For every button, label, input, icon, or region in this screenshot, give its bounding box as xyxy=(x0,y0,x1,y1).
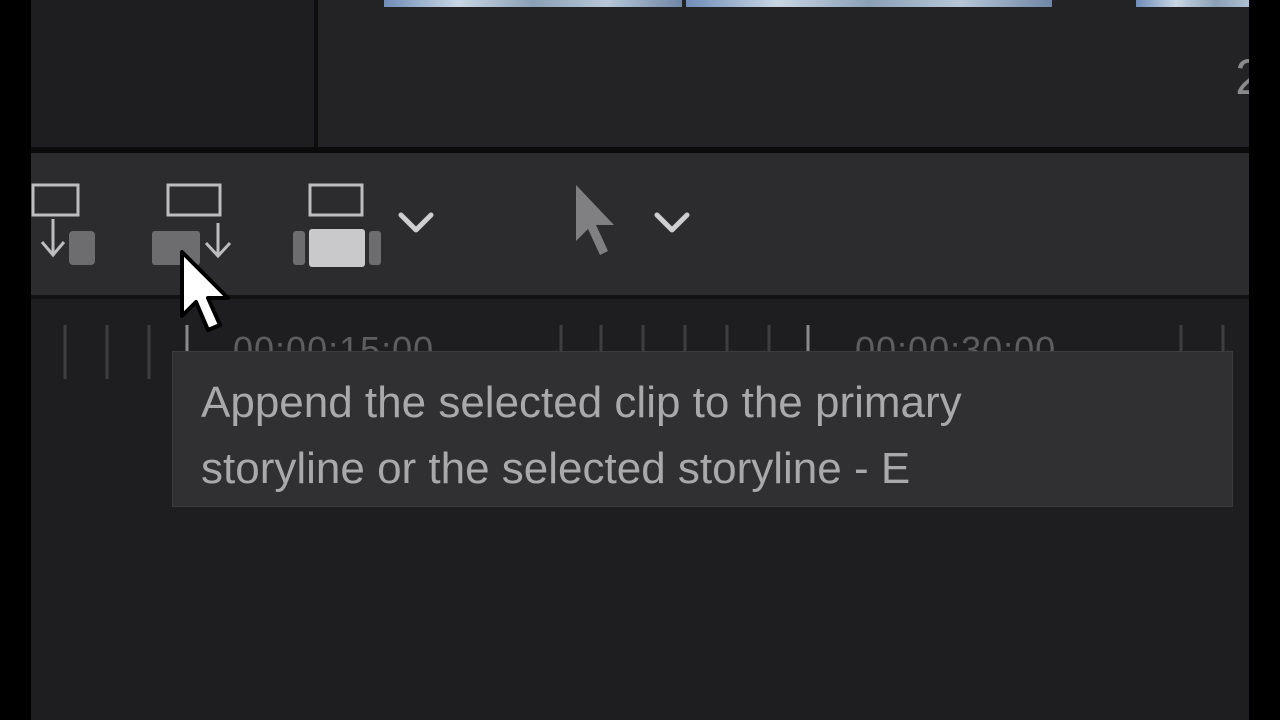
connect-clip-icon xyxy=(31,183,95,265)
overwrite-clip-icon xyxy=(293,183,381,267)
final-cut-window: 2 xyxy=(31,0,1249,720)
filmstrip-thumbnail xyxy=(686,0,1052,7)
chevron-down-icon xyxy=(654,212,690,233)
overwrite-clip-button[interactable] xyxy=(293,181,383,271)
append-tooltip: Append the selected clip to the primary … xyxy=(172,351,1233,507)
chevron-down-icon xyxy=(398,212,434,233)
connect-clip-button[interactable] xyxy=(31,181,101,271)
edit-options-dropdown[interactable] xyxy=(397,211,435,235)
tooltip-text-line: storyline or the selected storyline - E xyxy=(201,444,911,493)
timeline: 00:00:15:00 00:00:30:00 Append the selec… xyxy=(31,299,1249,720)
mouse-pointer-icon xyxy=(178,250,242,345)
select-tool-button[interactable] xyxy=(572,183,622,259)
filmstrip-thumbnail xyxy=(384,0,682,7)
filmstrip xyxy=(384,0,1249,7)
tooltip-text-line: Append the selected clip to the primary xyxy=(201,378,962,427)
viewer-pane: 2 xyxy=(318,0,1249,147)
tools-dropdown[interactable] xyxy=(653,211,691,235)
filmstrip-thumbnail xyxy=(1136,0,1249,7)
viewer-counter: 2 xyxy=(1235,48,1249,106)
arrow-select-icon xyxy=(576,185,614,255)
browser-pane xyxy=(31,0,314,147)
